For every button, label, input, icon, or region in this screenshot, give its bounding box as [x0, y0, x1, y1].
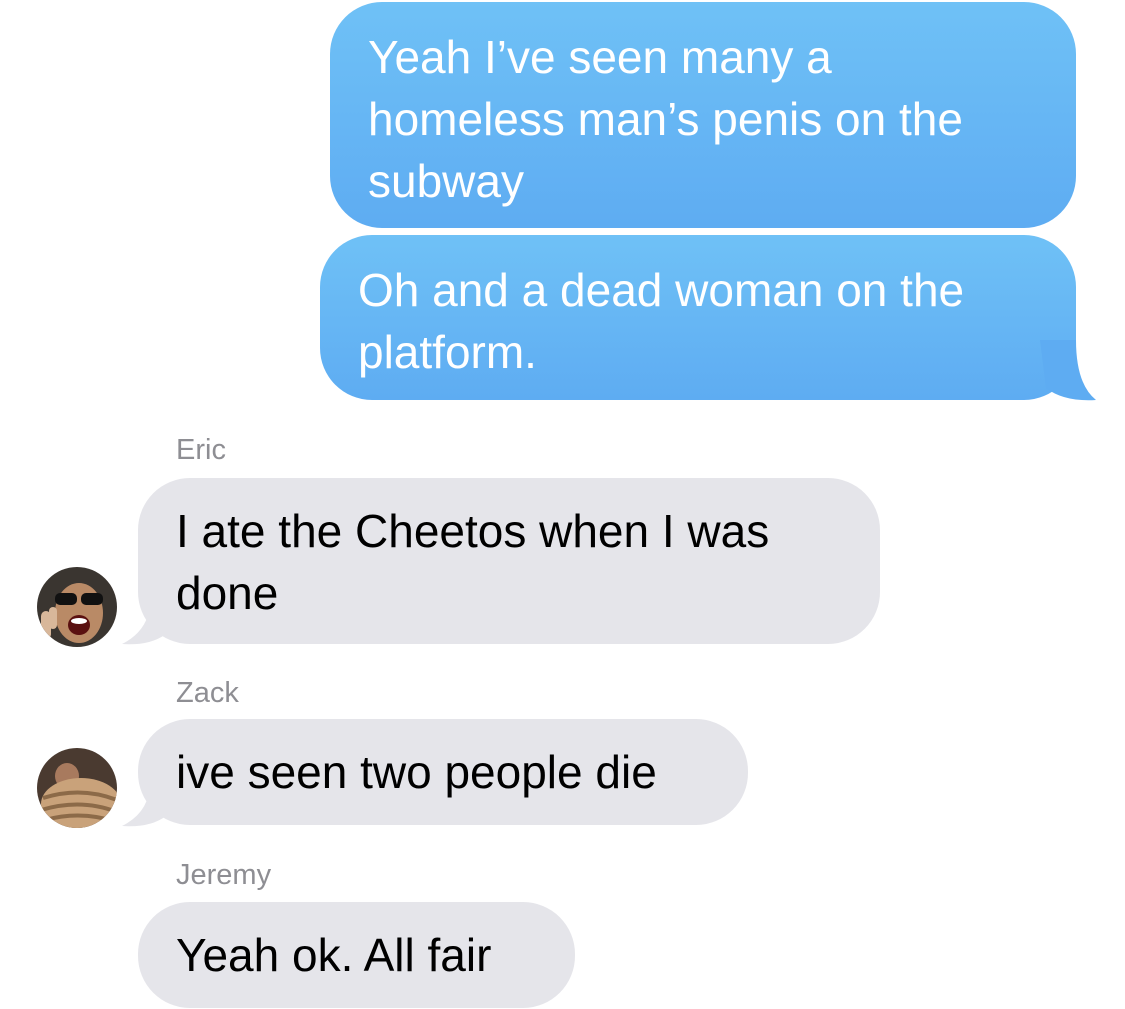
avatar-eric-image [37, 567, 117, 647]
sender-name: Zack [176, 677, 239, 709]
incoming-message-bubble[interactable]: Yeah ok. All fair [138, 902, 575, 1008]
avatar[interactable] [37, 748, 117, 828]
sender-name: Eric [176, 434, 226, 466]
sender-name: Jeremy [176, 859, 272, 891]
message-text: Yeah I’ve seen many a homeless man’s pen… [368, 31, 963, 207]
incoming-message-bubble[interactable]: I ate the Cheetos when I was done [138, 478, 880, 644]
message-text: Yeah ok. All fair [176, 929, 492, 981]
message-text: Oh and a dead woman on the platform. [358, 264, 965, 378]
outgoing-message-bubble[interactable]: Oh and a dead woman on the platform. [320, 235, 1076, 400]
outgoing-message-bubble[interactable]: Yeah I’ve seen many a homeless man’s pen… [330, 2, 1076, 228]
avatar[interactable] [37, 567, 117, 647]
bubble-tail-icon [1040, 340, 1096, 401]
message-text: I ate the Cheetos when I was done [176, 505, 770, 619]
incoming-message-bubble[interactable]: ive seen two people die [138, 719, 748, 825]
message-text: ive seen two people die [176, 746, 657, 798]
avatar-zack-image [37, 748, 117, 828]
bubble-tail-icon [122, 600, 166, 645]
bubble-tail-icon [122, 782, 166, 827]
